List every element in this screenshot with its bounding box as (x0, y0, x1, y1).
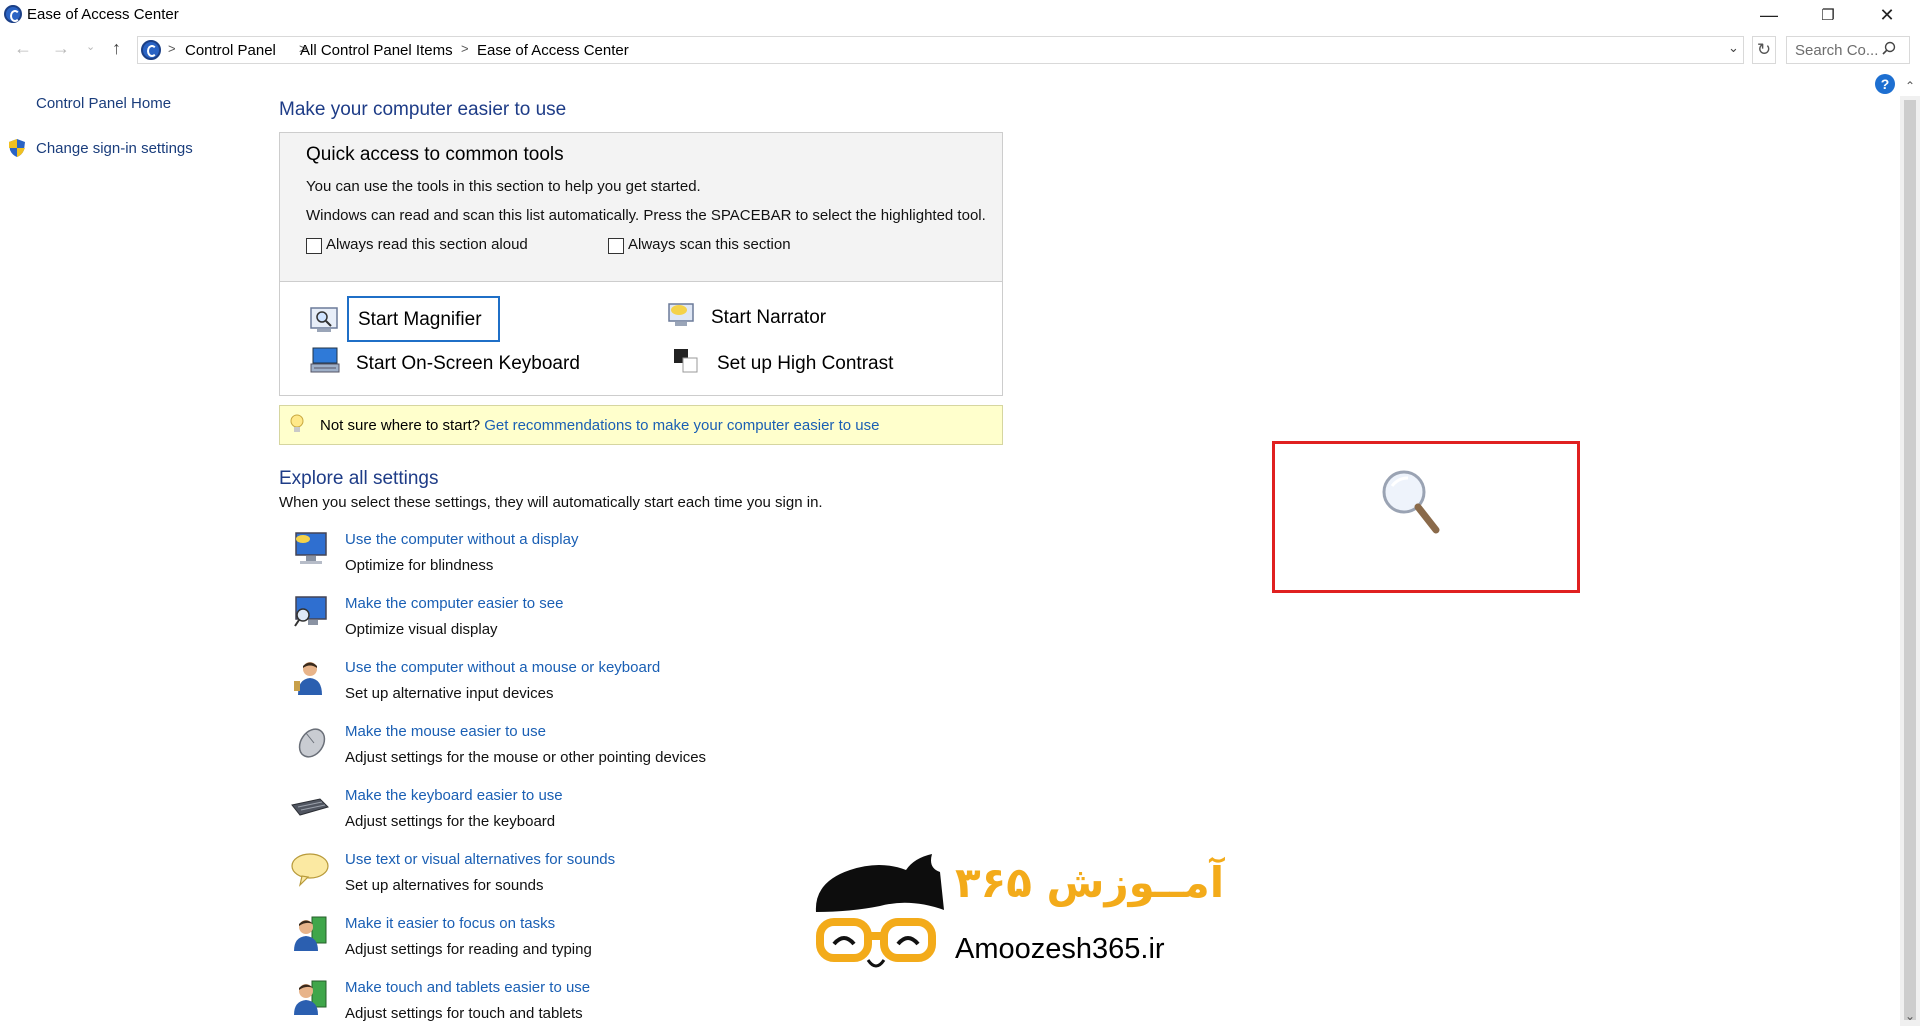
settings-link-without-mouse-keyboard[interactable]: Use the computer without a mouse or keyb… (345, 659, 660, 676)
get-recommendations-link[interactable]: Get recommendations to make your compute… (484, 417, 879, 434)
narrator-tool-icon (668, 303, 694, 326)
settings-desc: Set up alternative input devices (345, 685, 554, 702)
set-up-high-contrast-button[interactable]: Set up High Contrast (717, 353, 893, 375)
explore-description: When you select these settings, they wil… (279, 494, 823, 511)
tip-text: Not sure where to start? Get recommendat… (320, 417, 879, 434)
settings-link-keyboard[interactable]: Make the keyboard easier to use (345, 787, 563, 804)
display-monitor-icon (295, 532, 327, 564)
settings-desc: Optimize for blindness (345, 557, 494, 574)
tip-prefix: Not sure where to start? (320, 417, 481, 434)
settings-desc: Optimize visual display (345, 621, 498, 638)
scan-section-checkbox[interactable] (608, 238, 624, 254)
settings-desc: Set up alternatives for sounds (345, 877, 544, 894)
settings-link-focus-tasks[interactable]: Make it easier to focus on tasks (345, 915, 555, 932)
settings-desc: Adjust settings for the keyboard (345, 813, 556, 830)
uac-shield-icon (9, 139, 25, 157)
ease-of-access-app-icon (4, 5, 22, 23)
breadcrumb-all-items[interactable]: All Control Panel Items (300, 42, 453, 59)
scroll-up-arrow-icon[interactable]: ⌃ (1900, 76, 1920, 96)
speech-bubble-icon (291, 853, 329, 887)
lightbulb-icon (290, 414, 304, 432)
person-input-icon (294, 662, 322, 695)
magnifier-cursor-icon (1382, 470, 1440, 534)
mouse-icon (298, 728, 326, 758)
back-arrow-icon[interactable]: ← (14, 38, 32, 59)
title-bar (0, 0, 1920, 30)
watermark-url-text: Amoozesh365.ir (955, 933, 1165, 965)
breadcrumb-separator[interactable]: > (168, 41, 176, 56)
restore-button[interactable]: ❐ (1799, 0, 1857, 30)
high-contrast-tool-icon (674, 349, 698, 373)
start-magnifier-label[interactable]: Start Magnifier (358, 309, 482, 331)
scan-section-label[interactable]: Always scan this section (628, 236, 791, 253)
settings-link-without-display[interactable]: Use the computer without a display (345, 531, 578, 548)
keyboard-icon (291, 798, 329, 816)
settings-desc: Adjust settings for touch and tablets (345, 1005, 583, 1022)
scroll-down-arrow-icon[interactable]: ⌄ (1900, 1006, 1920, 1026)
settings-link-touch-tablets[interactable]: Make touch and tablets easier to use (345, 979, 590, 996)
quick-access-heading: Quick access to common tools (306, 144, 564, 165)
start-on-screen-keyboard-button[interactable]: Start On-Screen Keyboard (356, 353, 580, 375)
forward-arrow-icon[interactable]: → (52, 38, 70, 59)
change-signin-settings-link[interactable]: Change sign-in settings (36, 140, 193, 157)
window-title: Ease of Access Center (27, 6, 179, 23)
minimize-button[interactable]: — (1740, 0, 1798, 30)
help-icon[interactable]: ? (1875, 74, 1895, 94)
settings-desc: Adjust settings for reading and typing (345, 941, 592, 958)
read-aloud-label[interactable]: Always read this section aloud (326, 236, 528, 253)
breadcrumb-control-panel[interactable]: Control Panel (185, 42, 276, 59)
search-placeholder: Search Co... (1795, 42, 1879, 59)
person-tablet-icon (294, 980, 327, 1015)
quick-access-instructions: Windows can read and scan this list auto… (306, 207, 986, 224)
refresh-icon[interactable]: ↻ (1752, 36, 1776, 64)
person-focus-icon (294, 916, 327, 951)
control-panel-home-link[interactable]: Control Panel Home (36, 95, 171, 112)
read-aloud-checkbox[interactable] (306, 238, 322, 254)
magnifier-tool-icon (310, 307, 338, 332)
start-narrator-button[interactable]: Start Narrator (711, 307, 826, 329)
up-arrow-icon[interactable]: ↑ (112, 38, 121, 59)
settings-link-easier-to-see[interactable]: Make the computer easier to see (345, 595, 563, 612)
breadcrumb-ease-of-access[interactable]: Ease of Access Center (477, 42, 629, 59)
close-button[interactable]: ✕ (1858, 0, 1916, 30)
quick-access-intro: You can use the tools in this section to… (306, 178, 701, 195)
monitor-magnifier-icon (294, 596, 327, 627)
recent-locations-chevron-icon[interactable]: ⌄ (86, 40, 95, 53)
on-screen-keyboard-tool-icon (310, 347, 340, 373)
settings-link-sound-alternatives[interactable]: Use text or visual alternatives for soun… (345, 851, 615, 868)
search-icon[interactable] (1882, 41, 1896, 55)
scrollbar-thumb[interactable] (1904, 100, 1916, 1020)
watermark-farsi-text: آمــوزش ۳۶۵ (955, 858, 1225, 907)
page-title: Make your computer easier to use (279, 99, 567, 120)
settings-desc: Adjust settings for the mouse or other p… (345, 749, 707, 766)
address-dropdown-chevron-icon[interactable]: ⌄ (1728, 40, 1739, 56)
location-icon (141, 40, 161, 60)
settings-link-mouse[interactable]: Make the mouse easier to use (345, 723, 546, 740)
explore-all-settings-heading: Explore all settings (279, 468, 439, 489)
breadcrumb-separator[interactable]: > (461, 41, 469, 56)
